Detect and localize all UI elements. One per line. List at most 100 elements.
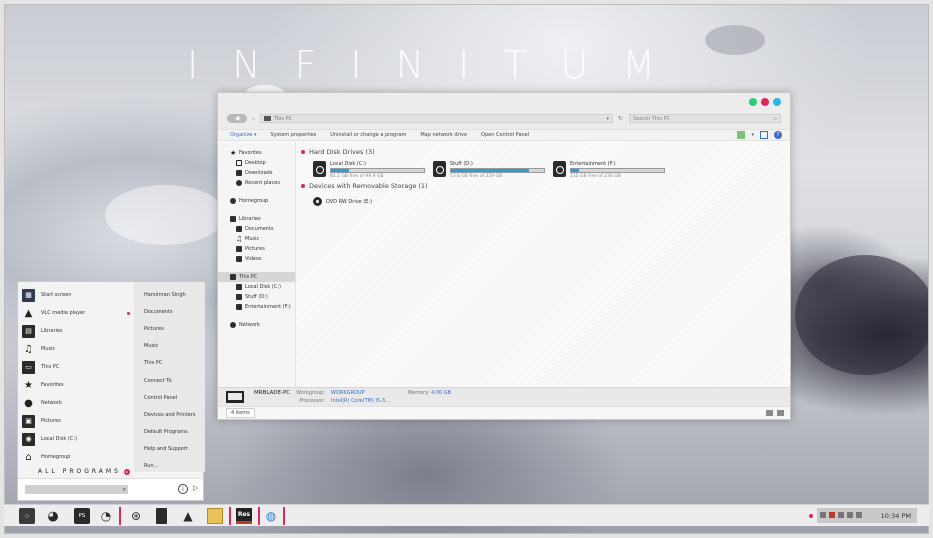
network-icon: ● — [24, 397, 33, 409]
nav-local-disk[interactable]: Local Disk (C:) — [218, 282, 295, 292]
notification-dot — [809, 514, 813, 518]
edge-icon[interactable]: ◕ — [45, 508, 61, 524]
start-link-pictures[interactable]: Pictures — [134, 320, 205, 337]
power-options-arrow-icon[interactable]: ▷ — [193, 484, 198, 492]
start-link-music[interactable]: Music — [134, 338, 205, 355]
start-item-pictures[interactable]: ▣ Pictures — [22, 412, 134, 430]
section-removable-storage[interactable]: Devices with Removable Storage (1) — [301, 181, 790, 191]
nav-network[interactable]: Network — [218, 320, 295, 330]
drive-free-space: 53.6 GB free of 329 GB — [450, 174, 503, 179]
start-link-devices-printers[interactable]: Devices and Printers — [134, 406, 205, 423]
uninstall-program-button[interactable]: Uninstall or change a program — [330, 132, 406, 138]
address-bar[interactable]: This PC ▾ — [259, 114, 613, 123]
view-options-icon[interactable] — [737, 131, 746, 139]
flag-tray-icon[interactable] — [829, 512, 835, 518]
section-hard-disk-drives[interactable]: Hard Disk Drives (3) — [301, 147, 790, 157]
back-button[interactable]: ◀ — [227, 114, 247, 123]
drive-item[interactable]: Entertainment (F:) 215 GB free of 236 GB — [553, 161, 665, 179]
preview-pane-icon[interactable] — [760, 131, 768, 139]
start-user-name[interactable]: Harsimran Singh — [134, 286, 205, 303]
start-item-network[interactable]: ● Network — [22, 394, 134, 412]
large-icons-view-icon[interactable] — [777, 410, 784, 416]
power-icon[interactable]: i — [178, 484, 188, 494]
help-icon[interactable]: ? — [774, 131, 782, 139]
address-row: ◀ › This PC ▾ ↻ Search This PC ⌕ — [227, 113, 781, 124]
explorer-window[interactable]: ◀ › This PC ▾ ↻ Search This PC ⌕ Organiz… — [217, 92, 791, 420]
refresh-icon[interactable]: ↻ — [618, 115, 624, 122]
control-panel-icon[interactable]: ◍ — [263, 508, 279, 524]
chrome-icon[interactable]: ⊛ — [128, 508, 144, 524]
nav-recent-places[interactable]: Recent places — [218, 178, 295, 188]
start-link-documents[interactable]: Documents — [134, 303, 205, 320]
res-hacker-icon[interactable]: Res — [236, 508, 252, 524]
search-input[interactable]: Search This PC ⌕ — [629, 114, 781, 123]
content-pane: Hard Disk Drives (3) Local Disk (C:) 81.… — [296, 142, 790, 387]
nav-music[interactable]: ♫ Music — [218, 234, 295, 244]
start-item-this-pc[interactable]: ▭ This PC — [22, 358, 134, 376]
start-link-this-pc[interactable]: This PC — [134, 355, 205, 372]
start-link-control-panel[interactable]: Control Panel — [134, 389, 205, 406]
maximize-button[interactable] — [773, 98, 781, 106]
start-link-help-support[interactable]: Help and Support — [134, 441, 205, 458]
drive-name: Local Disk (C:) — [330, 161, 366, 167]
nav-desktop[interactable]: Desktop — [218, 158, 295, 168]
network-tray-icon[interactable] — [820, 512, 826, 518]
battery-tray-icon[interactable] — [847, 512, 853, 518]
drive-usage-bar — [450, 168, 545, 173]
organize-button[interactable]: Organize ▾ — [230, 132, 257, 138]
notes-icon[interactable] — [156, 508, 167, 524]
map-network-drive-button[interactable]: Map network drive — [420, 132, 467, 138]
start-menu-programs: ▦ Start screen ▲ VLC media player ▤ Librari… — [22, 286, 134, 466]
dvd-drive-item[interactable]: DVD RW Drive (E:) — [313, 197, 790, 206]
start-item-music[interactable]: ♫ Music — [22, 340, 134, 358]
start-item-libraries[interactable]: ▤ Libraries — [22, 322, 134, 340]
start-link-default-programs[interactable]: Default Programs — [134, 424, 205, 441]
close-button[interactable] — [761, 98, 769, 106]
start-item-homegroup[interactable]: ⌂ Homegroup — [22, 448, 134, 466]
disk-icon — [236, 294, 242, 300]
start-item-vlc[interactable]: ▲ VLC media player — [22, 304, 134, 322]
vlc-icon[interactable]: ▲ — [180, 508, 196, 524]
start-item-local-disk[interactable]: ◉ Local Disk (C:) — [22, 430, 134, 448]
file-explorer-icon[interactable] — [207, 508, 223, 524]
drive-item[interactable]: Local Disk (C:) 81.1 GB free of 99.9 GB — [313, 161, 425, 179]
firefox-icon[interactable]: ◔ — [98, 508, 114, 524]
search-icon: ⌕ — [122, 485, 126, 493]
chevron-down-icon[interactable]: ▾ — [606, 116, 609, 122]
drive-usage-fill — [331, 169, 349, 172]
start-link-run[interactable]: Run... — [134, 458, 205, 475]
start-link-connect-to[interactable]: Connect To — [134, 372, 205, 389]
language-tray-icon[interactable] — [856, 512, 862, 518]
details-view-icon[interactable] — [766, 410, 773, 416]
all-programs-button[interactable]: ALL PROGRAMS ▸ — [38, 468, 130, 475]
start-item-favorites[interactable]: ★ Favorites — [22, 376, 134, 394]
nav-documents[interactable]: Documents — [218, 224, 295, 234]
drive-item[interactable]: Stuff (D:) 53.6 GB free of 329 GB — [433, 161, 545, 179]
title-bar[interactable]: ◀ › This PC ▾ ↻ Search This PC ⌕ — [218, 93, 790, 129]
system-properties-button[interactable]: System properties — [271, 132, 317, 138]
taskbar-active-indicator — [258, 507, 260, 525]
start-search-input[interactable]: ⌕ — [25, 485, 128, 494]
minimize-button[interactable] — [749, 98, 757, 106]
start-button[interactable]: ⁘ — [19, 508, 35, 524]
processor-label: Processor: — [299, 398, 326, 404]
hard-disk-icon — [553, 161, 566, 177]
open-control-panel-button[interactable]: Open Control Panel — [481, 132, 529, 138]
workgroup-label: Workgroup: — [296, 390, 326, 396]
nav-favorites[interactable]: ★ Favorites — [218, 148, 295, 158]
nav-homegroup[interactable]: Homegroup — [218, 196, 295, 206]
nav-stuff-drive[interactable]: Stuff (D:) — [218, 292, 295, 302]
nav-pictures[interactable]: Pictures — [218, 244, 295, 254]
volume-tray-icon[interactable] — [838, 512, 844, 518]
nav-entertainment-drive[interactable]: Entertainment (F:) — [218, 302, 295, 312]
photoshop-icon[interactable]: PS — [74, 508, 90, 524]
nav-this-pc[interactable]: This PC — [218, 272, 295, 282]
nav-videos[interactable]: Videos — [218, 254, 295, 264]
nav-libraries[interactable]: Libraries — [218, 214, 295, 224]
start-item-start-screen[interactable]: ▦ Start screen — [22, 286, 134, 304]
clock[interactable]: 10:34 PM — [881, 512, 911, 520]
forward-arrow-icon[interactable]: › — [252, 115, 255, 123]
workgroup-value: WORKGROUP — [331, 390, 365, 396]
nav-downloads[interactable]: Downloads — [218, 168, 295, 178]
chevron-down-icon[interactable]: ▾ — [751, 132, 754, 138]
